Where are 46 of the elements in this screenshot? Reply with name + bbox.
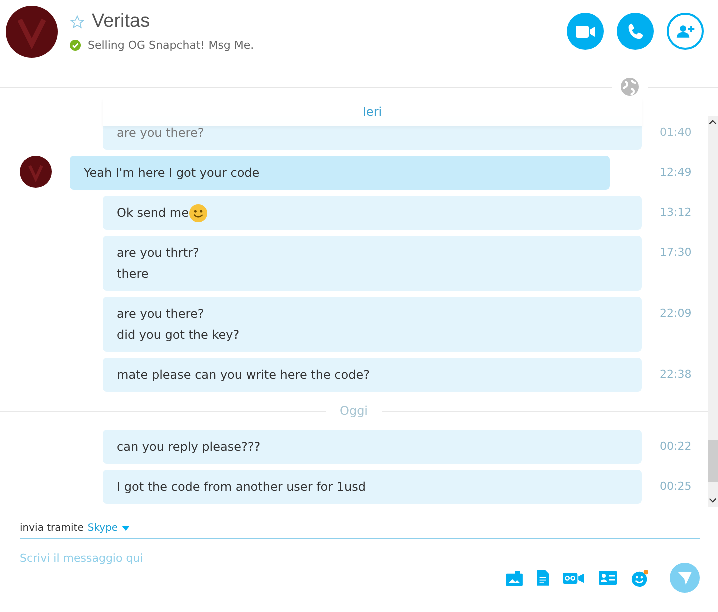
- message-text: there: [117, 266, 149, 283]
- message-text: are you there?: [117, 306, 204, 323]
- globe-icon: [620, 77, 640, 97]
- scrollbar[interactable]: [708, 116, 718, 507]
- service-dropdown[interactable]: Skype: [88, 523, 130, 534]
- scroll-down-icon[interactable]: [709, 498, 717, 503]
- send-via-label: invia tramite: [20, 523, 84, 534]
- add-person-icon: [676, 24, 696, 39]
- call-button[interactable]: [617, 13, 654, 50]
- file-icon[interactable]: [537, 570, 549, 586]
- send-button[interactable]: [670, 563, 700, 593]
- message-time: 22:38: [660, 367, 692, 381]
- message-text: Ok send me: [117, 205, 189, 222]
- message-text: Yeah I'm here I got your code: [84, 165, 260, 182]
- video-camera-icon: [576, 24, 596, 38]
- message-time: 00:22: [660, 439, 692, 453]
- day-separator: Oggi: [340, 404, 368, 418]
- scroll-thumb[interactable]: [708, 440, 718, 482]
- image-icon[interactable]: [506, 570, 523, 586]
- caret-icon: [122, 526, 130, 531]
- message-text: are you thrtr?: [117, 245, 200, 262]
- message-text: I got the code from another user for 1usd: [117, 479, 366, 496]
- message-time: 13:12: [660, 205, 692, 219]
- message-time: 22:09: [660, 306, 692, 320]
- video-message-icon[interactable]: [563, 572, 585, 584]
- message-time: 01:40: [660, 125, 692, 139]
- message-text: are you there?: [117, 125, 204, 142]
- message-time: 17:30: [660, 245, 692, 259]
- video-call-button[interactable]: [567, 13, 604, 50]
- message-time: 00:25: [660, 479, 692, 493]
- contact-card-icon[interactable]: [599, 571, 617, 585]
- message-text: can you reply please???: [117, 439, 261, 456]
- contact-name: Veritas: [92, 11, 150, 33]
- contact-avatar: [6, 6, 58, 58]
- date-header: Ieri: [103, 98, 642, 126]
- mood-message: Selling OG Snapchat! Msg Me.: [88, 39, 254, 52]
- scroll-up-icon[interactable]: [709, 120, 717, 125]
- add-contact-button[interactable]: [667, 13, 704, 50]
- message-text: mate please can you write here the code?: [117, 367, 370, 384]
- sender-avatar: [20, 156, 52, 188]
- emoticon-icon[interactable]: [631, 568, 650, 588]
- message-text: did you got the key?: [117, 327, 240, 344]
- phone-icon: [626, 22, 644, 40]
- star-icon[interactable]: [70, 14, 85, 30]
- message-time: 12:49: [660, 165, 692, 179]
- send-icon: [677, 570, 693, 586]
